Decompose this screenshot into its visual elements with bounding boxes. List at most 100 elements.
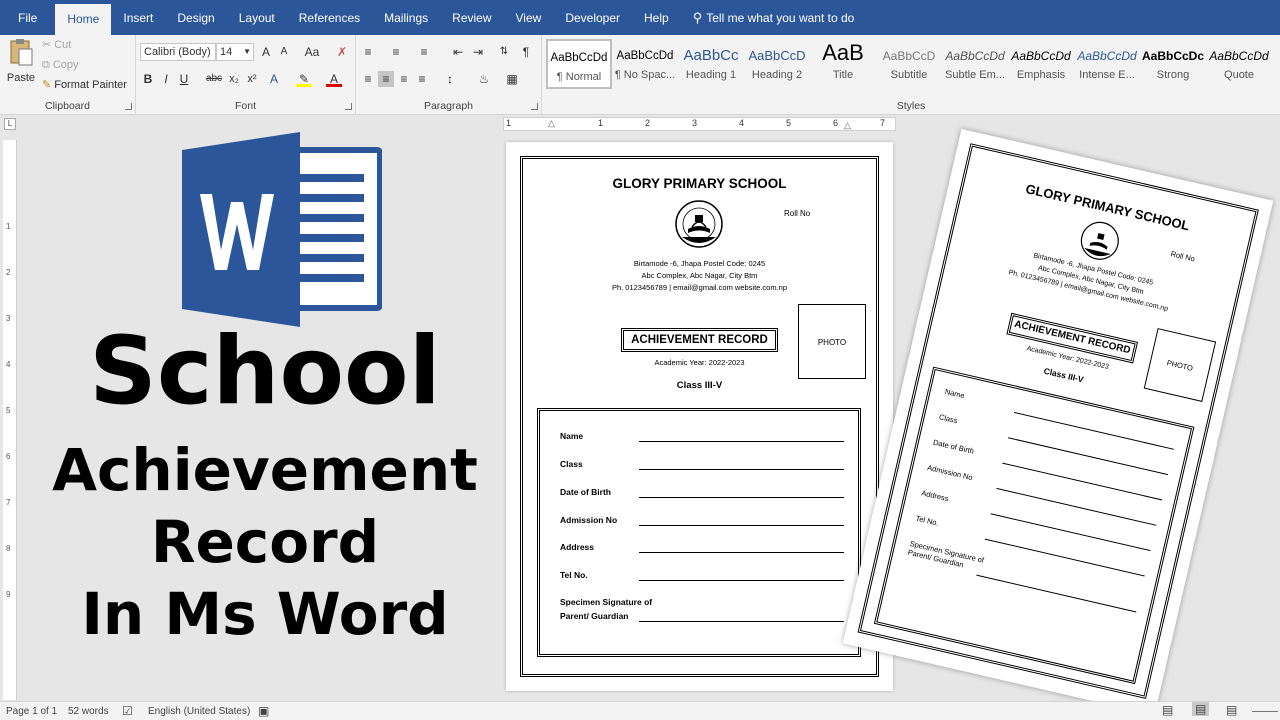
academic-year: Academic Year: 2022-2023 <box>654 358 745 367</box>
right-indent-marker[interactable]: △ <box>844 120 851 131</box>
tab-developer[interactable]: Developer <box>553 0 632 35</box>
multilevel-list-icon[interactable]: ≡ <box>416 44 432 60</box>
paintbrush-icon: ✎ <box>42 79 52 91</box>
borders-icon[interactable]: ▦ <box>504 71 520 87</box>
decrease-indent-icon[interactable]: ⇤ <box>450 44 466 60</box>
font-launcher-icon[interactable] <box>345 103 352 110</box>
field-line[interactable] <box>639 525 844 526</box>
align-left-icon[interactable]: ≡ <box>360 71 376 87</box>
style-sample: AaBbCcDd <box>1077 49 1137 63</box>
styles-group-label: Styles <box>896 100 926 112</box>
signature-label-1: Specimen Signature of <box>560 597 653 607</box>
chevron-down-icon: ▼ <box>243 47 251 56</box>
highlight-icon[interactable]: ✎ <box>296 71 312 87</box>
proofing-icon[interactable]: ☑ <box>122 704 133 718</box>
tab-mailings[interactable]: Mailings <box>372 0 440 35</box>
page-count[interactable]: Page 1 of 1 <box>6 706 57 717</box>
font-name-combo[interactable]: Calibri (Body) <box>140 43 216 61</box>
tab-selector[interactable]: L <box>4 118 16 130</box>
style-normal[interactable]: AaBbCcDd ¶ Normal <box>546 39 612 89</box>
format-painter-button[interactable]: ✎ Format Painter <box>42 78 127 92</box>
line-spacing-icon[interactable]: ↕ <box>442 71 458 87</box>
show-marks-icon[interactable]: ¶ <box>518 44 534 60</box>
align-right-icon[interactable]: ≡ <box>396 71 412 87</box>
underline-icon[interactable]: U <box>176 71 192 87</box>
italic-icon[interactable]: I <box>158 71 174 87</box>
paragraph-launcher-icon[interactable] <box>531 103 538 110</box>
web-layout-icon[interactable]: ▤ <box>1226 703 1237 717</box>
style-emphasis[interactable]: AaBbCcDd Emphasis <box>1008 39 1074 89</box>
headline-line-3: Record <box>150 508 380 576</box>
tab-design[interactable]: Design <box>165 0 226 35</box>
field-line[interactable] <box>639 469 844 470</box>
font-color-icon[interactable]: A <box>326 71 342 87</box>
superscript-icon[interactable]: x² <box>244 71 260 87</box>
align-center-icon[interactable]: ≡ <box>378 71 394 87</box>
copy-button[interactable]: ⧉ Copy <box>42 58 79 72</box>
tab-home[interactable]: Home <box>55 4 112 35</box>
shrink-font-icon[interactable]: A <box>276 44 292 60</box>
style-sample: AaBbCcDd <box>945 49 1005 63</box>
clipboard-launcher-icon[interactable] <box>125 103 132 110</box>
field-row-tel: Tel No. <box>540 570 858 584</box>
style-sample: AaBbCc <box>683 47 739 64</box>
style-heading-2[interactable]: AaBbCcD Heading 2 <box>744 39 810 89</box>
tab-insert[interactable]: Insert <box>111 0 165 35</box>
style-heading-1[interactable]: AaBbCc Heading 1 <box>678 39 744 89</box>
school-name: GLORY PRIMARY SCHOOL <box>612 176 787 191</box>
photo-box: PHOTO <box>798 304 866 379</box>
grow-font-icon[interactable]: A <box>258 44 274 60</box>
numbering-icon[interactable]: ≡ <box>388 44 404 60</box>
justify-icon[interactable]: ≡ <box>414 71 430 87</box>
photo-label: PHOTO <box>817 338 847 347</box>
field-line[interactable] <box>639 621 844 622</box>
zoom-slider[interactable] <box>1252 711 1278 712</box>
tab-help[interactable]: Help <box>632 0 681 35</box>
word-count[interactable]: 52 words <box>68 706 109 717</box>
address-line-2: Abc Complex, Abc Nagar, City Btm <box>641 271 758 280</box>
field-line[interactable] <box>639 552 844 553</box>
bullets-icon[interactable]: ≡ <box>360 44 376 60</box>
read-mode-icon[interactable]: ▤ <box>1162 703 1173 717</box>
tab-file[interactable]: File <box>0 0 55 35</box>
tab-review[interactable]: Review <box>440 0 503 35</box>
shading-icon[interactable]: ♨ <box>476 71 492 87</box>
strikethrough-icon[interactable]: abc <box>204 71 224 87</box>
text-effects-icon[interactable]: A <box>266 71 282 87</box>
tab-layout[interactable]: Layout <box>227 0 287 35</box>
field-line[interactable] <box>639 441 844 442</box>
tab-references[interactable]: References <box>287 0 372 35</box>
student-details-box: Name Class Date of Birth Admission No Ad… <box>537 408 861 657</box>
sort-icon[interactable]: ⇅ <box>496 44 512 60</box>
style-intense-emphasis[interactable]: AaBbCcDd Intense E... <box>1074 39 1140 89</box>
copy-label: Copy <box>52 59 79 71</box>
font-size-combo[interactable]: 14 ▼ <box>216 43 254 61</box>
clear-formatting-icon[interactable]: ✗ <box>334 44 350 60</box>
print-layout-icon[interactable]: ▤ <box>1192 702 1210 716</box>
preview-field-label: Name <box>943 386 966 401</box>
style-no-spacing[interactable]: AaBbCcDd ¶ No Spac... <box>612 39 678 89</box>
style-sample: AaBbCcDd <box>550 52 608 64</box>
field-row-name: Name <box>540 431 858 445</box>
horizontal-ruler[interactable]: 1 1 2 3 4 5 6 7 △ △ <box>503 117 896 131</box>
subscript-icon[interactable]: x₂ <box>226 71 242 87</box>
tab-view[interactable]: View <box>504 0 554 35</box>
paste-button[interactable]: Paste <box>6 37 36 89</box>
tell-me-box[interactable]: ⚲ Tell me what you want to do <box>681 0 867 35</box>
left-indent-marker[interactable]: △ <box>548 118 555 129</box>
field-line[interactable] <box>639 497 844 498</box>
style-strong[interactable]: AaBbCcDc Strong <box>1140 39 1206 89</box>
increase-indent-icon[interactable]: ⇥ <box>470 44 486 60</box>
bold-icon[interactable]: B <box>140 71 156 87</box>
macro-recording-icon[interactable]: ▣ <box>258 704 269 718</box>
status-bar: Page 1 of 1 52 words ☑ English (United S… <box>0 701 1280 720</box>
class-range: Class III-V <box>676 380 723 391</box>
field-line[interactable] <box>639 580 844 581</box>
language-indicator[interactable]: English (United States) <box>148 706 250 717</box>
change-case-icon[interactable]: Aa <box>300 44 324 60</box>
style-title[interactable]: AaB Title <box>810 39 876 89</box>
style-quote[interactable]: AaBbCcDd Quote <box>1206 39 1272 89</box>
style-subtle-emphasis[interactable]: AaBbCcDd Subtle Em... <box>942 39 1008 89</box>
cut-button[interactable]: ✂ Cut <box>42 38 71 52</box>
style-subtitle[interactable]: AaBbCcD Subtitle <box>876 39 942 89</box>
